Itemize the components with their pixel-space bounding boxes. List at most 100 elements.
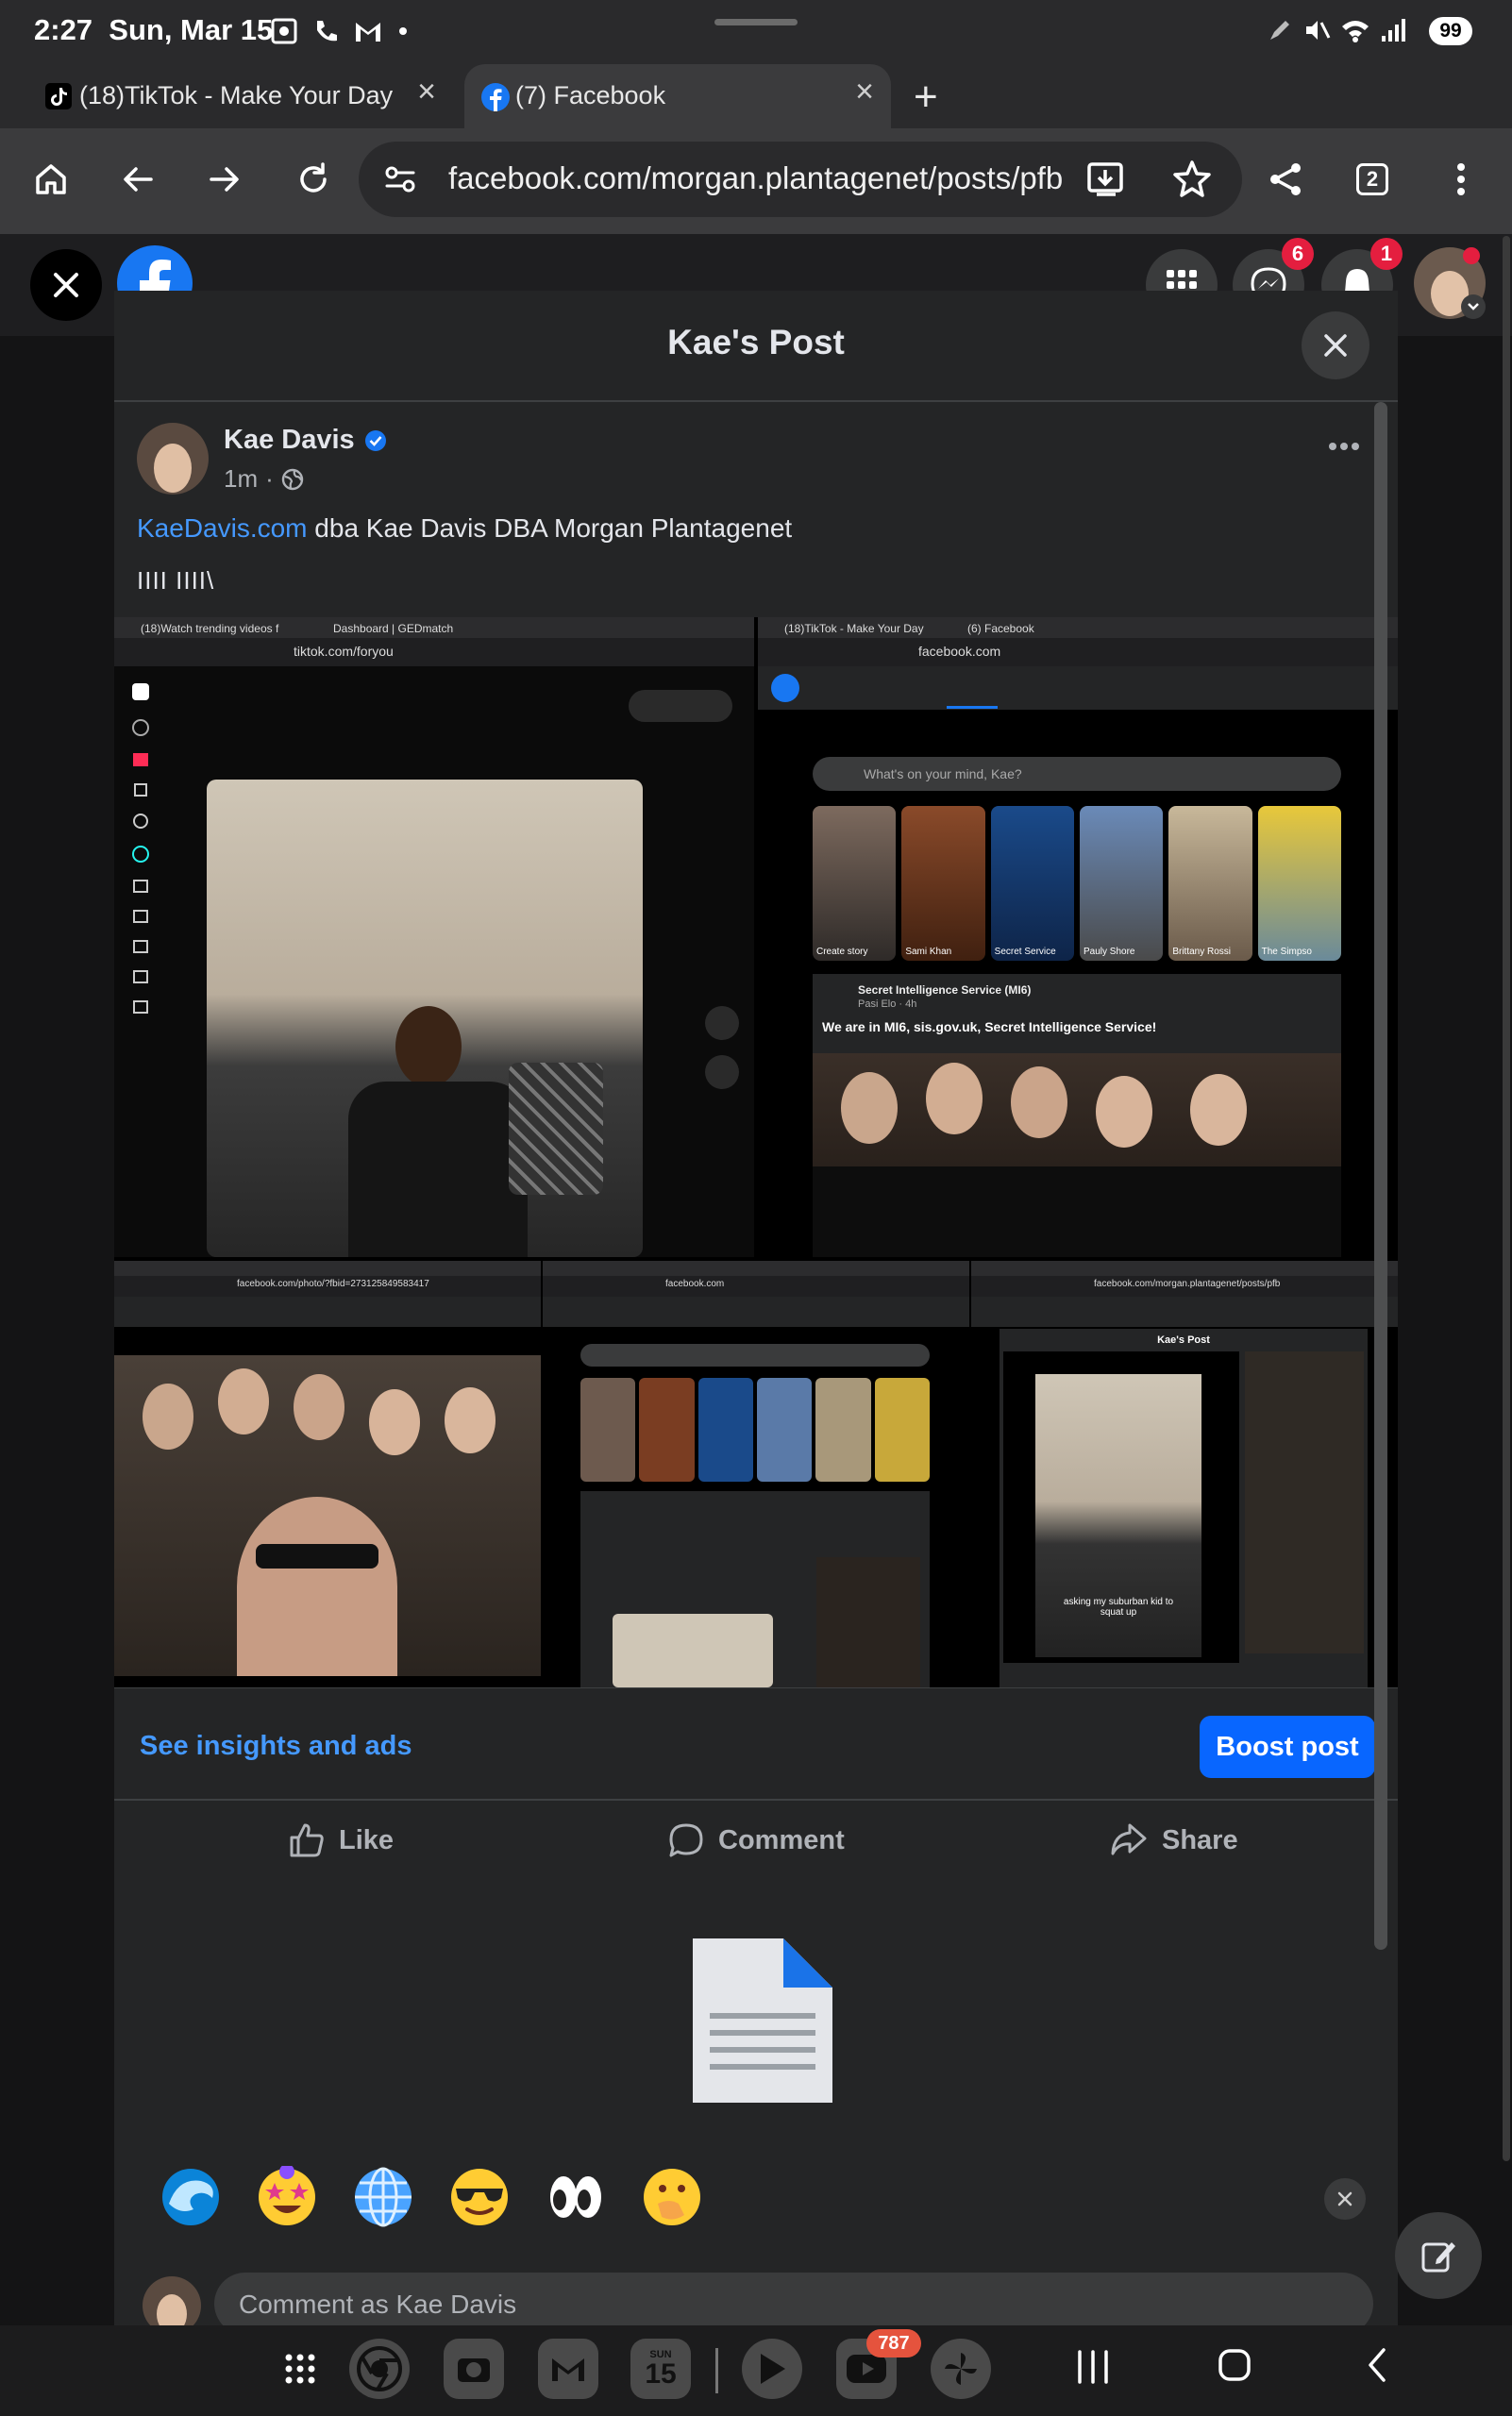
mini-caption: asking my suburban kid to squat up <box>1063 1597 1174 1618</box>
recents-icon[interactable] <box>1076 2348 1110 2391</box>
post-options-icon[interactable] <box>1328 440 1360 457</box>
reload-icon[interactable] <box>287 153 340 206</box>
modal-scrollbar[interactable] <box>1374 402 1387 1950</box>
photo-tiktok-screenshot[interactable]: (18)Watch trending videos f Dashboard | … <box>114 617 754 1257</box>
tiktok-top-actions <box>629 690 732 722</box>
document-icon <box>693 1938 832 2107</box>
mini-tiktok: asking my suburban kid to squat up <box>1003 1351 1239 1663</box>
site-settings-icon <box>385 166 415 193</box>
globe-emoji-icon[interactable] <box>352 2166 414 2228</box>
mini-home-underline <box>947 706 998 709</box>
mini-url-text: facebook.com/morgan.plantagenet/posts/pf… <box>1094 1279 1281 1289</box>
tab-tiktok[interactable]: (18)TikTok - Make Your Day × <box>28 64 453 128</box>
mini-address-bar: facebook.com/morgan.plantagenet/posts/pf… <box>971 1276 1398 1297</box>
sunglasses-emoji-icon[interactable] <box>448 2166 511 2228</box>
url-text: facebook.com/morgan.plantagenet/posts/pf… <box>448 160 1064 195</box>
see-insights-link[interactable]: See insights and ads <box>140 1731 412 1762</box>
comment-button[interactable]: Comment <box>667 1821 845 1859</box>
author-avatar[interactable] <box>137 423 209 495</box>
boost-post-button[interactable]: Boost post <box>1200 1716 1375 1778</box>
scroll-down-icon[interactable] <box>705 1055 739 1089</box>
taskbar-divider <box>715 2348 718 2393</box>
modal-title: Kae's Post <box>667 323 845 361</box>
tab-switcher-button[interactable]: 2 <box>1346 153 1399 206</box>
back-icon[interactable] <box>111 153 164 206</box>
mini-url-text: facebook.com <box>918 644 1001 659</box>
wave-emoji-icon[interactable] <box>160 2166 222 2228</box>
chrome-icon[interactable] <box>349 2339 410 2399</box>
mini-fb-logo <box>771 674 799 702</box>
gmail-app-icon[interactable] <box>538 2339 598 2399</box>
screenshot-icon <box>271 18 297 44</box>
close-viewer-icon[interactable] <box>30 249 102 321</box>
photo-post-screenshot[interactable]: facebook.com/morgan.plantagenet/posts/pf… <box>971 1261 1398 1687</box>
messenger-badge: 6 <box>1282 238 1314 270</box>
compose-icon <box>1421 2242 1455 2273</box>
scroll-up-icon[interactable] <box>705 1006 739 1040</box>
close-modal-button[interactable] <box>1302 311 1369 379</box>
hand-over-mouth-emoji-icon[interactable] <box>641 2166 703 2228</box>
close-emoji-bar-icon[interactable] <box>1324 2178 1366 2220</box>
new-tab-button[interactable]: + <box>914 74 938 121</box>
camera-icon[interactable] <box>444 2339 504 2399</box>
mini-fb-nav <box>114 1297 541 1327</box>
back-nav-icon[interactable] <box>1363 2346 1391 2389</box>
modal-header: Kae's Post <box>114 291 1398 402</box>
tab-label: (18)TikTok - Make Your Day <box>79 81 394 109</box>
share-arrow-icon <box>1111 1823 1147 1855</box>
divider <box>114 1687 1398 1688</box>
forward-icon[interactable] <box>198 153 251 206</box>
home-button-icon[interactable] <box>1218 2346 1252 2389</box>
star-struck-emoji-icon[interactable] <box>256 2164 318 2228</box>
mini-url-text: facebook.com/photo/?fbid=273125849583417 <box>237 1279 429 1289</box>
gmail-icon <box>356 23 380 42</box>
comment-label: Comment <box>718 1824 845 1855</box>
mini-fb-nav <box>758 666 1398 710</box>
tiktok-icon <box>45 83 72 109</box>
like-button[interactable]: Like <box>288 1821 394 1859</box>
mini-url-text: facebook.com <box>665 1279 725 1289</box>
author-name[interactable]: Kae Davis <box>224 425 355 456</box>
mini-tab-strip <box>971 1261 1398 1276</box>
share-button[interactable]: Share <box>1109 1821 1238 1859</box>
photo-feed-screenshot-2[interactable]: facebook.com <box>543 1261 969 1687</box>
eyes-emoji-icon[interactable] <box>545 2166 607 2228</box>
overflow-menu-icon[interactable] <box>1435 153 1487 206</box>
public-globe-icon <box>281 468 303 490</box>
browser-tab-strip: (18)TikTok - Make Your Day × (7) Faceboo… <box>0 64 1512 128</box>
mini-story-label: Create story <box>816 947 868 957</box>
post-body-text: dba Kae Davis DBA Morgan Plantagenet <box>307 513 793 543</box>
mini-address-bar: tiktok.com/foryou <box>114 638 754 666</box>
drag-handle[interactable] <box>714 19 798 25</box>
app-drawer-icon[interactable] <box>270 2339 330 2399</box>
play-store-icon[interactable] <box>742 2339 802 2399</box>
tab-label: (7) Facebook <box>515 81 666 109</box>
status-time: 2:27 Sun, Mar 15 <box>34 13 274 46</box>
post-link[interactable]: KaeDavis.com <box>137 513 308 543</box>
tab-count: 2 <box>1356 163 1388 195</box>
mini-tab-label: (18)TikTok - Make Your Day <box>784 622 924 635</box>
post-photo-grid[interactable]: (18)Watch trending videos f Dashboard | … <box>114 617 1398 1687</box>
calendar-icon[interactable]: SUN 15 <box>630 2339 691 2399</box>
share-label: Share <box>1162 1824 1238 1855</box>
share-icon[interactable] <box>1259 153 1312 206</box>
install-app-icon[interactable] <box>1085 159 1127 205</box>
bookmark-star-icon[interactable] <box>1172 159 1212 203</box>
post-time[interactable]: 1m <box>224 464 258 494</box>
pinwheel-app-icon[interactable] <box>931 2339 991 2399</box>
photo-bond-screenshot[interactable]: facebook.com/photo/?fbid=273125849583417 <box>114 1261 541 1687</box>
mini-tab-strip: (18)Watch trending videos f Dashboard | … <box>114 617 754 638</box>
close-tab-icon[interactable]: × <box>417 74 436 110</box>
close-tab-icon[interactable]: × <box>855 74 874 110</box>
post-meta: 1m · <box>224 464 304 494</box>
new-message-button[interactable] <box>1395 2212 1482 2299</box>
address-bar[interactable]: facebook.com/morgan.plantagenet/posts/pf… <box>359 142 1242 217</box>
mini-page-name: Secret Intelligence Service (MI6) <box>858 983 1032 997</box>
post-modal: Kae's Post Kae Davis 1m · KaeDavis.com db… <box>114 291 1398 2335</box>
home-icon[interactable] <box>25 153 77 206</box>
tab-facebook[interactable]: (7) Facebook × <box>464 64 891 128</box>
video-frame[interactable] <box>207 780 643 1257</box>
chevron-down-icon[interactable] <box>1461 294 1486 319</box>
photo-facebook-feed-screenshot[interactable]: (18)TikTok - Make Your Day (6) Facebook … <box>758 617 1398 1257</box>
page-scrollbar[interactable] <box>1503 236 1510 2161</box>
